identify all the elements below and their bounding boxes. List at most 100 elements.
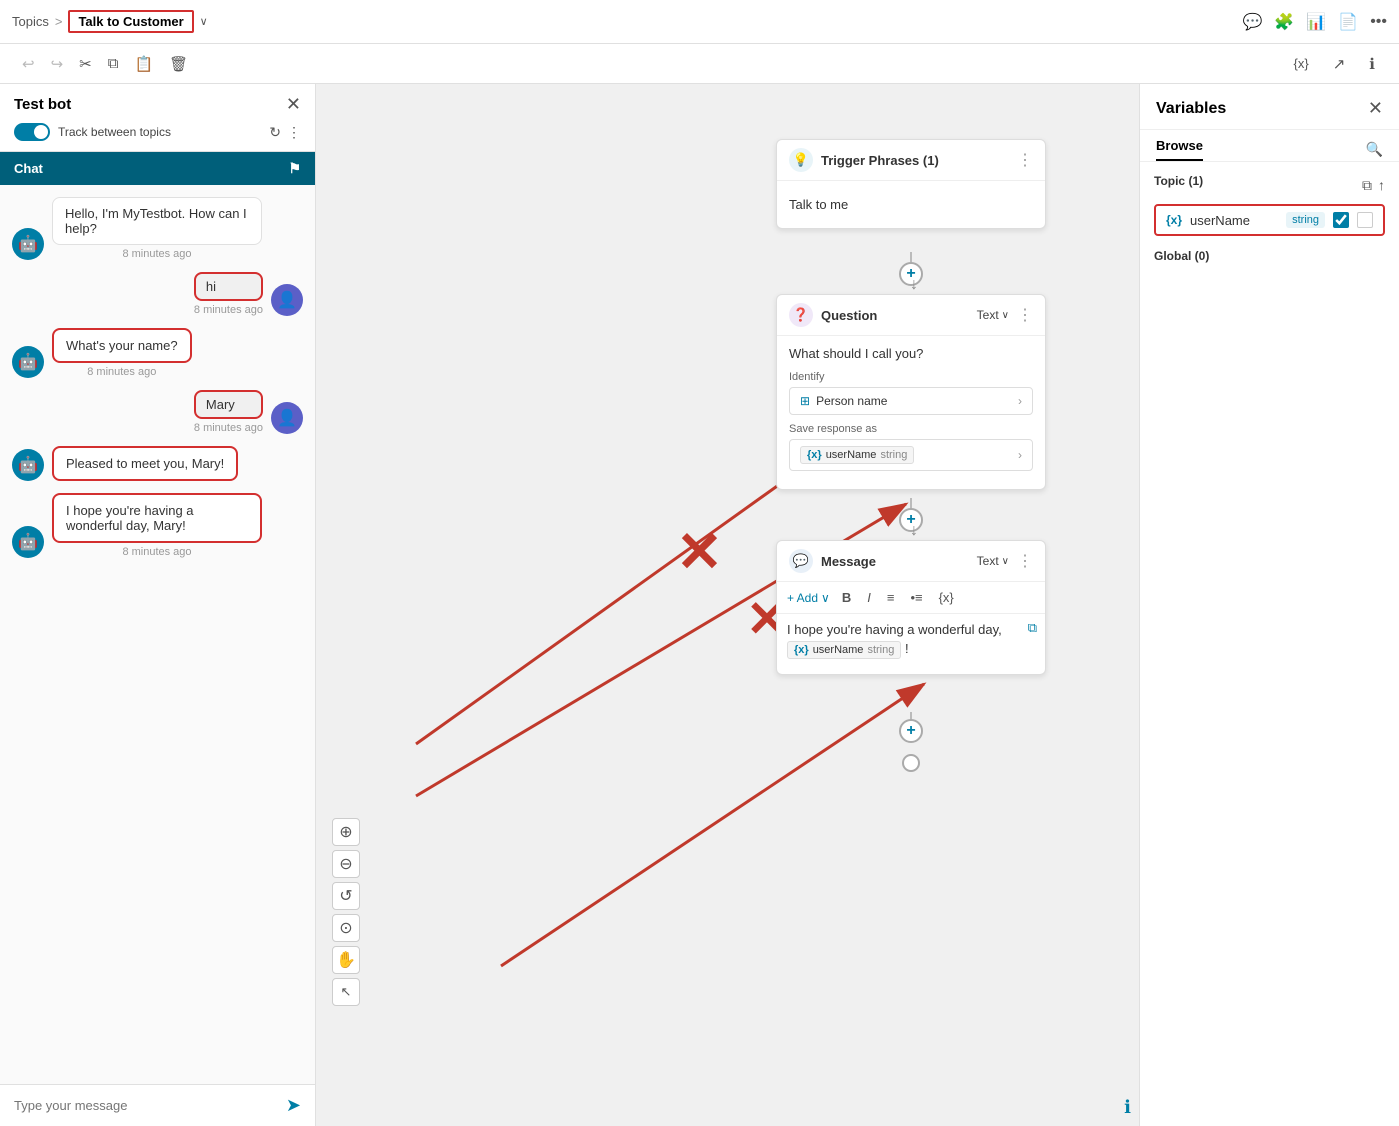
variables-body: Topic (1) ⧉ ↑ {x} userName string Global… — [1140, 162, 1399, 1126]
tab-browse[interactable]: Browse — [1156, 138, 1203, 161]
message-menu-icon[interactable]: ⋮ — [1017, 551, 1033, 571]
chat-input[interactable] — [14, 1098, 278, 1113]
var-name: userName — [826, 449, 877, 461]
identify-label: Identify — [789, 371, 1033, 383]
select-button[interactable]: ↖ — [332, 978, 360, 1006]
copy-icon[interactable]: ⧉ — [1028, 620, 1037, 636]
unordered-list-button[interactable]: •≡ — [906, 588, 926, 607]
preview-icon[interactable]: 📄 — [1338, 12, 1358, 32]
send-button[interactable]: ➤ — [286, 1095, 301, 1116]
bubble-content: Mary 8 minutes ago — [194, 390, 263, 434]
breadcrumb: Topics > Talk to Customer ∨ — [12, 10, 208, 33]
variable-checkbox-empty[interactable] — [1357, 212, 1373, 228]
entities-icon[interactable]: 🧩 — [1274, 12, 1294, 32]
breadcrumb-topics[interactable]: Topics — [12, 14, 49, 29]
undo-button[interactable]: ↩ — [16, 51, 41, 77]
info-corner-icon[interactable]: ℹ — [1124, 1097, 1131, 1118]
reset-view-button[interactable]: ↺ — [332, 882, 360, 910]
arrow-down-2: ↓ — [910, 522, 918, 540]
dropdown-arrow-icon: ∨ — [1002, 556, 1009, 567]
top-header: Topics > Talk to Customer ∨ 💬 🧩 📊 📄 ••• — [0, 0, 1399, 44]
identify-field[interactable]: ⊞Person name › — [789, 387, 1033, 415]
question-text: What should I call you? — [789, 346, 1033, 361]
track-topics-toggle[interactable] — [14, 123, 50, 141]
person-icon: ⊞ — [800, 394, 810, 408]
fit-view-button[interactable]: ⊙ — [332, 914, 360, 942]
publish-button[interactable]: ↗ — [1325, 51, 1354, 77]
analytics-icon[interactable]: 📊 — [1306, 12, 1326, 32]
end-circle — [902, 754, 920, 772]
search-icon[interactable]: 🔍 — [1366, 141, 1383, 158]
header-right: 💬 🧩 📊 📄 ••• — [1243, 12, 1388, 32]
format-dropdown[interactable]: Text ∨ — [977, 308, 1009, 322]
italic-button[interactable]: I — [863, 588, 875, 607]
refresh-icon[interactable]: ↻ — [269, 124, 281, 141]
bot-bubble: Talk to me Hello, I'm MyTestbot. How can… — [52, 197, 262, 245]
list-item: 🤖 I hope you're having a wonderful day, … — [12, 493, 303, 558]
info-button[interactable]: ℹ — [1361, 51, 1383, 77]
paste-button[interactable]: 📋 — [128, 51, 159, 77]
copy-button[interactable]: ⧉ — [102, 51, 125, 76]
variable-insert-button[interactable]: {x} — [935, 588, 958, 607]
question-menu-icon[interactable]: ⋮ — [1017, 305, 1033, 325]
chat-icon[interactable]: 💬 — [1243, 12, 1263, 32]
export-vars-icon[interactable]: ↑ — [1378, 177, 1385, 194]
trigger-phrase: Talk to me — [789, 191, 1033, 218]
zoom-out-button[interactable]: ⊖ — [332, 850, 360, 878]
plus-connector-3[interactable]: + — [899, 719, 923, 743]
msg-format-dropdown[interactable]: Text ∨ — [977, 554, 1009, 568]
question-node: ❓ Question Text ∨ ⋮ What should I call y… — [776, 294, 1046, 490]
redo-button[interactable]: ↪ — [45, 51, 70, 77]
bot-avatar: 🤖 — [12, 526, 44, 558]
variable-type: string — [1286, 212, 1325, 228]
close-icon[interactable]: ✕ — [286, 94, 301, 115]
more-options-icon[interactable]: ⋮ — [287, 124, 301, 141]
variable-checkbox-checked[interactable] — [1333, 212, 1349, 228]
ordered-list-button[interactable]: ≡ — [883, 588, 899, 607]
bot-bubble: Pleased to meet you, Mary! — [52, 446, 238, 481]
bot-avatar: 🤖 — [12, 346, 44, 378]
breadcrumb-current: Talk to Customer — [68, 10, 193, 33]
save-response-field[interactable]: {x} userName string › — [789, 439, 1033, 471]
var-x-icon: {x} — [794, 644, 809, 656]
arrow-down-1: ↓ — [910, 276, 918, 294]
bubble-time: 8 minutes ago — [52, 546, 262, 558]
trigger-title: Trigger Phrases (1) — [821, 153, 1009, 168]
variable-editor-button[interactable]: {x} — [1286, 52, 1317, 75]
dropdown-arrow-icon: ∨ — [1002, 310, 1009, 321]
more-icon[interactable]: ••• — [1370, 13, 1387, 31]
copy-vars-icon[interactable]: ⧉ — [1362, 177, 1372, 194]
pan-button[interactable]: ✋ — [332, 946, 360, 974]
main-area: Test bot ✕ Track between topics ↻ ⋮ Chat… — [0, 84, 1399, 1126]
trigger-menu-icon[interactable]: ⋮ — [1017, 150, 1033, 170]
global-section-label: Global (0) — [1154, 249, 1209, 263]
cut-button[interactable]: ✂ — [73, 51, 98, 77]
bot-avatar: 🤖 — [12, 449, 44, 481]
zoom-in-button[interactable]: ⊕ — [332, 818, 360, 846]
red-x-1: ✕ — [676, 524, 723, 580]
add-button[interactable]: + Add ∨ — [787, 591, 830, 605]
toggle-label: Track between topics — [58, 125, 171, 139]
chevron-down-icon[interactable]: ∨ — [200, 15, 208, 28]
trigger-icon: 💡 — [789, 148, 813, 172]
variable-x-icon: {x} — [1166, 213, 1182, 227]
toggle-row-icons: ↻ ⋮ — [269, 124, 301, 141]
user-bubble: Mary — [194, 390, 263, 419]
bookmark-icon: ⚑ — [288, 160, 301, 177]
message-node: 💬 Message Text ∨ ⋮ + Add ∨ B I ≡ — [776, 540, 1046, 675]
bubble-time: 8 minutes ago — [52, 248, 262, 260]
breadcrumb-separator: > — [55, 14, 63, 29]
list-item: Mary 8 minutes ago 👤 — [12, 390, 303, 434]
delete-button[interactable]: 🗑 — [163, 51, 194, 77]
node-header: 💬 Message Text ∨ ⋮ — [777, 541, 1045, 582]
chat-sidebar-header: Test bot ✕ Track between topics ↻ ⋮ — [0, 84, 315, 152]
chat-tab[interactable]: Chat ⚑ — [0, 152, 315, 185]
bold-button[interactable]: B — [838, 588, 855, 607]
toggle-knob — [34, 125, 48, 139]
var-x-icon: {x} — [807, 449, 822, 461]
message-variable-tag: {x} userName string — [787, 641, 901, 659]
bubble-content: What's your name? 8 minutes ago — [52, 328, 192, 378]
bubble-time: 8 minutes ago — [194, 422, 263, 434]
chat-messages: 🤖 Talk to me Hello, I'm MyTestbot. How c… — [0, 185, 315, 1084]
variables-close-button[interactable]: ✕ — [1368, 98, 1383, 119]
